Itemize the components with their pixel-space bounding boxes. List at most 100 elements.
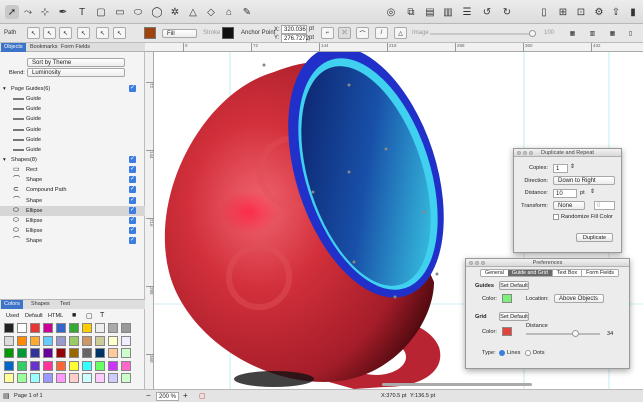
anchor-tool-icon[interactable]: ⊹ xyxy=(38,5,52,19)
sort-select[interactable]: Sort by Theme xyxy=(27,58,125,67)
rect-icon[interactable]: ▢ xyxy=(94,5,108,19)
guides-icon[interactable]: ▥ xyxy=(586,27,599,39)
guide-item[interactable]: Guide xyxy=(0,94,145,104)
shape-item[interactable]: ⬭ Ellipse ✓ xyxy=(0,205,145,216)
grid-type-dots-radio[interactable] xyxy=(525,350,531,356)
blend-select[interactable]: Luminosity xyxy=(27,68,125,77)
line-button[interactable]: / xyxy=(375,27,388,39)
color-swatch[interactable] xyxy=(56,335,66,346)
location-select[interactable]: Above Objects xyxy=(554,294,604,303)
color-swatch[interactable] xyxy=(69,360,79,371)
color-swatch[interactable] xyxy=(4,373,14,383)
duplicate-panel-titlebar[interactable]: Duplicate and Repeat xyxy=(514,149,621,157)
grid-distance-knob[interactable] xyxy=(572,330,579,337)
color-swatch[interactable] xyxy=(95,360,105,371)
close-icon[interactable] xyxy=(469,261,473,265)
group-icon[interactable]: ◎ xyxy=(384,5,398,19)
tab-general[interactable]: General xyxy=(481,270,508,276)
tab-colors[interactable]: Colors xyxy=(1,300,23,309)
zoom-in-icon[interactable]: + xyxy=(183,391,188,400)
color-swatch[interactable] xyxy=(56,348,66,358)
gear-icon[interactable]: ⚙ xyxy=(592,5,606,19)
crop-icon[interactable]: ⊞ xyxy=(556,5,570,19)
color-swatch[interactable] xyxy=(17,323,27,333)
color-swatch[interactable] xyxy=(56,373,66,383)
page-guides-group[interactable]: ▾ Page Guides(6) ✓ xyxy=(0,84,145,94)
tab-shapes[interactable]: Shapes xyxy=(28,300,53,309)
transform-select[interactable]: None xyxy=(553,201,585,210)
share-icon[interactable]: ⇪ xyxy=(609,5,623,19)
palette-used[interactable]: Used xyxy=(6,313,19,319)
color-swatch[interactable] xyxy=(121,373,131,383)
tab-objects[interactable]: Objects xyxy=(1,43,26,52)
color-swatch[interactable] xyxy=(17,335,27,346)
align-icon[interactable]: ▥ xyxy=(441,5,455,19)
color-swatch[interactable] xyxy=(82,323,92,333)
canvas[interactable]: Duplicate and Repeat Copies: 1 ⇕ Directi… xyxy=(154,52,643,389)
color-swatch[interactable] xyxy=(108,335,118,346)
anchor-point[interactable] xyxy=(422,210,426,214)
zoom-icon[interactable]: ⊡ xyxy=(574,5,588,19)
shape-visible-checkbox[interactable]: ✓ xyxy=(129,206,136,214)
color-swatch[interactable] xyxy=(82,335,92,346)
guide-item[interactable]: Guide xyxy=(0,125,145,135)
color-swatch[interactable] xyxy=(30,348,40,358)
copies-field[interactable]: 1 xyxy=(553,164,568,173)
color-swatch[interactable] xyxy=(95,323,105,333)
color-swatch[interactable] xyxy=(4,348,14,358)
layers-icon[interactable]: ☰ xyxy=(460,5,474,19)
shape-item[interactable]: ▭ Rect ✓ xyxy=(0,165,145,175)
shapes-group[interactable]: ▾ Shapes(8) ✓ xyxy=(0,155,145,165)
brush-icon[interactable]: ⌂ xyxy=(222,5,236,19)
color-swatch[interactable] xyxy=(69,373,79,383)
guide-item[interactable]: Guide xyxy=(0,114,145,124)
palette-html[interactable]: HTML xyxy=(48,313,63,319)
color-swatch[interactable] xyxy=(4,360,14,371)
corner-button[interactable]: ⌐ xyxy=(321,27,334,39)
color-swatch[interactable] xyxy=(43,323,53,333)
color-swatch[interactable] xyxy=(17,373,27,383)
guides-set-default-button[interactable]: Set Default xyxy=(499,281,529,290)
rotate-right-icon[interactable]: ↻ xyxy=(500,5,514,19)
color-swatch[interactable] xyxy=(56,360,66,371)
tab-guide-and-grid[interactable]: Guide and Grid xyxy=(507,270,552,276)
combine-icon[interactable]: ⧉ xyxy=(404,5,418,19)
zoom-field[interactable]: 200 % xyxy=(156,392,179,401)
duplicate-button[interactable]: Duplicate xyxy=(576,233,613,242)
rounded-rect-icon[interactable]: ▭ xyxy=(113,5,127,19)
fill-select[interactable]: Fill xyxy=(162,29,197,38)
color-swatch[interactable] xyxy=(121,335,131,346)
path-mode-button-1[interactable]: ↖ xyxy=(27,27,40,39)
anchor-point[interactable] xyxy=(352,260,356,264)
shape-visible-checkbox[interactable]: ✓ xyxy=(129,217,136,224)
direction-select[interactable]: Down to Right xyxy=(553,176,615,185)
x-field[interactable]: 320.036 xyxy=(281,25,307,34)
color-swatch[interactable] xyxy=(82,373,92,383)
shape-item[interactable]: ⌒ Shape ✓ xyxy=(0,236,145,246)
polygon-icon[interactable]: △ xyxy=(186,5,200,19)
color-swatch[interactable] xyxy=(4,335,14,346)
opacity-slider[interactable] xyxy=(430,30,536,37)
minimize-icon[interactable] xyxy=(475,261,479,265)
shape-visible-checkbox[interactable]: ✓ xyxy=(129,227,136,235)
randomize-checkbox[interactable] xyxy=(553,214,559,220)
color-swatch[interactable] xyxy=(108,360,118,371)
color-swatch[interactable] xyxy=(108,323,118,333)
fill-color-well[interactable] xyxy=(144,27,156,39)
anchor-point[interactable] xyxy=(393,295,397,299)
preferences-panel-titlebar[interactable]: Preferences xyxy=(466,259,629,267)
pencil-icon[interactable]: ✎ xyxy=(240,5,254,19)
ellipse-small-icon[interactable]: ◯ xyxy=(150,5,164,19)
anchor-point[interactable] xyxy=(347,83,351,87)
anchor-point[interactable] xyxy=(311,190,315,194)
color-swatch[interactable] xyxy=(121,348,131,358)
shape-visible-checkbox[interactable]: ✓ xyxy=(129,186,136,194)
palette-text-icon[interactable]: T xyxy=(100,312,104,319)
shape-visible-checkbox[interactable]: ✓ xyxy=(129,166,136,173)
path-mode-button-3[interactable]: ↖ xyxy=(59,27,72,39)
tab-bookmarks[interactable]: Bookmarks xyxy=(27,43,61,52)
y-field[interactable]: 276.7272 xyxy=(281,34,309,43)
color-swatch[interactable] xyxy=(95,348,105,358)
color-swatch[interactable] xyxy=(69,348,79,358)
tab-form-fields[interactable]: Form Fields xyxy=(58,43,93,52)
